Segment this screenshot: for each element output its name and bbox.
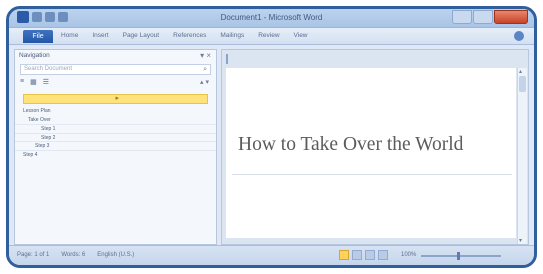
full-screen-icon[interactable] xyxy=(352,250,362,260)
outline-item[interactable]: Step 3 xyxy=(15,141,216,150)
zoom-slider[interactable] xyxy=(421,255,501,257)
ribbon-tabs: Home Insert Page Layout References Maili… xyxy=(61,32,308,39)
status-bar: Page: 1 of 1 Words: 6 English (U.S.) 100… xyxy=(9,245,534,265)
close-button[interactable] xyxy=(494,10,528,24)
close-pane-icon[interactable]: ▾ × xyxy=(200,51,211,60)
navigation-header: Navigation ▾ × xyxy=(15,50,216,62)
scroll-down-icon[interactable]: ▾ xyxy=(519,237,522,244)
heading-outline: Lesson Plan Take Over Step 1 Step 2 Step… xyxy=(15,107,216,159)
tab-review[interactable]: Review xyxy=(258,32,279,39)
vertical-scrollbar[interactable]: ▴ ▾ xyxy=(517,68,527,244)
navigation-title: Navigation xyxy=(19,52,50,59)
document-area: How to Take Over the World ▴ ▾ xyxy=(221,49,529,245)
word-window: Document1 - Microsoft Word File Home Ins… xyxy=(6,6,537,268)
outline-item[interactable]: Step 1 xyxy=(15,124,216,133)
prev-next-icon[interactable]: ▴ ▾ xyxy=(200,78,209,86)
pages-view-icon[interactable]: ▦ xyxy=(30,78,37,90)
word-count[interactable]: Words: 6 xyxy=(61,252,85,258)
help-icon[interactable] xyxy=(514,31,524,41)
minimize-button[interactable] xyxy=(452,10,472,24)
outline-view-icon[interactable] xyxy=(378,250,388,260)
status-left: Page: 1 of 1 Words: 6 English (U.S.) xyxy=(17,252,134,258)
document-title[interactable]: How to Take Over the World xyxy=(238,134,463,156)
tab-home[interactable]: Home xyxy=(61,32,78,39)
outline-item[interactable]: Step 4 xyxy=(15,149,216,159)
ribbon-tab-row: File Home Insert Page Layout References … xyxy=(9,28,534,45)
zoom-level[interactable]: 100% xyxy=(401,252,416,258)
search-placeholder: Search Document xyxy=(24,66,73,72)
print-layout-icon[interactable] xyxy=(339,250,349,260)
navigation-search-input[interactable]: Search Document ⌕ xyxy=(20,64,211,75)
title-bar: Document1 - Microsoft Word xyxy=(9,9,534,28)
outline-item[interactable]: Step 2 xyxy=(15,132,216,142)
expand-icon: ▸ xyxy=(115,95,120,102)
web-layout-icon[interactable] xyxy=(365,250,375,260)
navigation-view-tabs: ≡ ▦ ☰ ▴ ▾ xyxy=(20,78,211,90)
outline-item[interactable]: Take Over xyxy=(15,116,216,125)
document-page[interactable]: How to Take Over the World xyxy=(226,68,516,238)
search-icon[interactable]: ⌕ xyxy=(203,66,207,74)
window-controls xyxy=(452,10,528,24)
ruler-marker xyxy=(226,54,228,64)
scroll-up-icon[interactable]: ▴ xyxy=(519,68,522,75)
zoom-slider-thumb[interactable] xyxy=(457,252,460,260)
title-underline xyxy=(232,174,512,175)
tab-mailings[interactable]: Mailings xyxy=(220,32,244,39)
tab-file[interactable]: File xyxy=(23,30,53,43)
maximize-button[interactable] xyxy=(473,10,493,24)
page-count[interactable]: Page: 1 of 1 xyxy=(17,252,49,258)
selected-heading[interactable]: ▸ xyxy=(23,94,208,104)
headings-view-icon[interactable]: ≡ xyxy=(20,78,24,90)
view-buttons xyxy=(339,250,388,260)
results-view-icon[interactable]: ☰ xyxy=(43,78,49,90)
tab-view[interactable]: View xyxy=(294,32,308,39)
scrollbar-thumb[interactable] xyxy=(519,76,526,92)
navigation-pane: Navigation ▾ × Search Document ⌕ ≡ ▦ ☰ ▴… xyxy=(14,49,217,245)
tab-insert[interactable]: Insert xyxy=(92,32,108,39)
language[interactable]: English (U.S.) xyxy=(97,252,134,258)
tab-references[interactable]: References xyxy=(173,32,206,39)
outline-item[interactable]: Lesson Plan xyxy=(15,107,216,116)
tab-page-layout[interactable]: Page Layout xyxy=(123,32,160,39)
